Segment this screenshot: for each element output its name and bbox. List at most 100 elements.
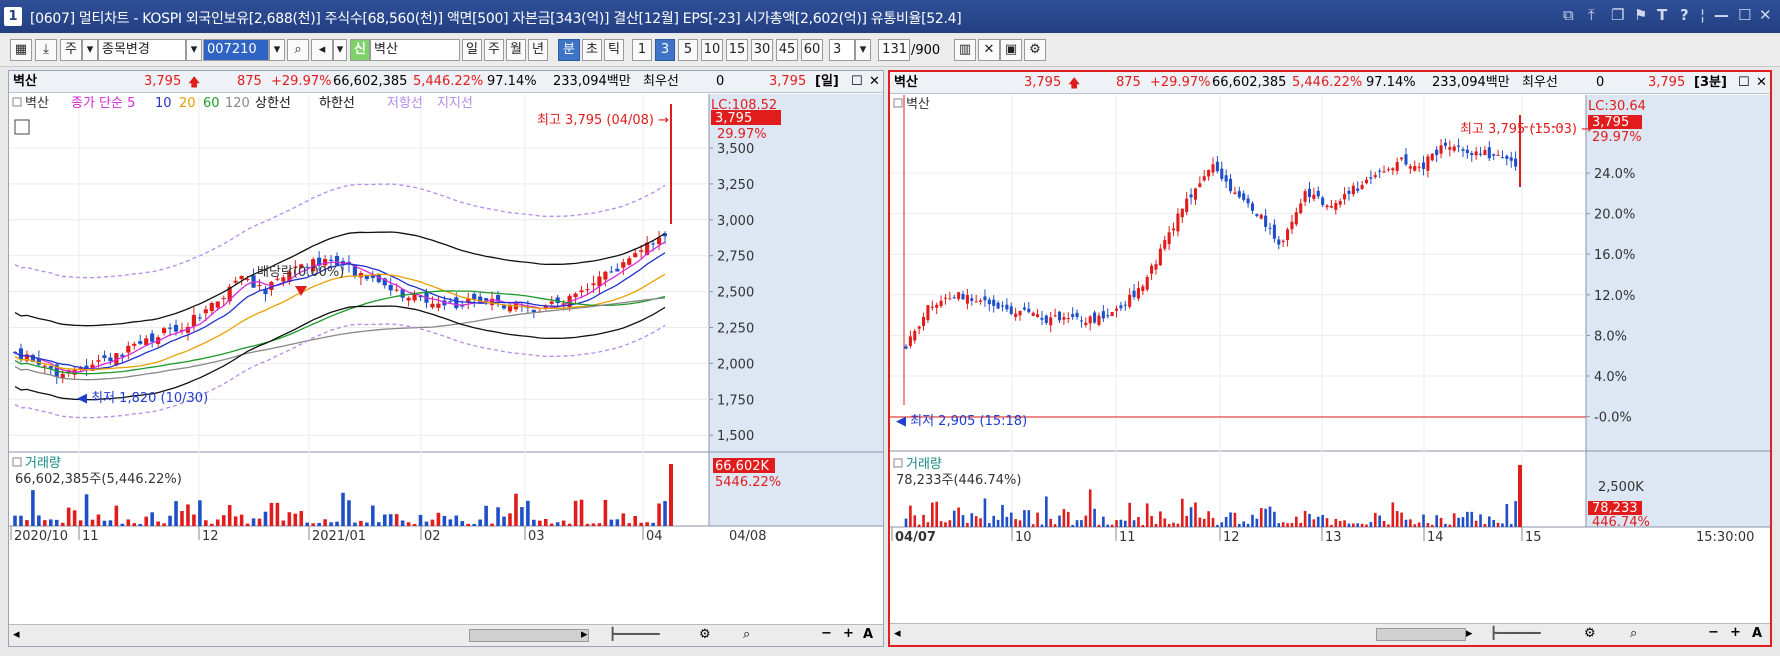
volume-checkbox — [12, 457, 22, 467]
interval-3-button[interactable]: 3 — [655, 39, 675, 61]
flag-icon[interactable]: ⚑ — [1634, 6, 1647, 24]
interval-5-button[interactable]: 5 — [678, 39, 698, 61]
period-year-tab[interactable]: 년 — [528, 39, 548, 61]
interval-value-input[interactable]: 3 — [829, 39, 855, 61]
volume-bar — [448, 519, 453, 526]
interval-45-button[interactable]: 45 — [776, 39, 798, 61]
zoom-out-icon[interactable]: − — [821, 626, 832, 641]
panel-close-icon[interactable]: ✕ — [869, 71, 880, 93]
scroll-right-icon[interactable]: ▸ — [1466, 626, 1473, 641]
stock-change-dropdown-icon[interactable]: ▾ — [186, 39, 202, 61]
layout-icon[interactable]: ▦ — [10, 39, 32, 61]
volume-bar — [935, 501, 939, 527]
period-second-tab[interactable]: 초 — [582, 39, 602, 61]
tile-icon[interactable]: ❐ — [1611, 6, 1624, 24]
candle-body — [1009, 306, 1013, 314]
panel-maximize-icon[interactable]: ☐ — [851, 71, 863, 93]
zoom-out-icon[interactable]: − — [1708, 625, 1719, 640]
speaker-icon[interactable]: ◂ — [311, 39, 333, 61]
search-zoom-icon[interactable]: ⌕ — [743, 627, 750, 642]
candle-body — [1369, 177, 1373, 179]
scroll-thumb[interactable] — [1376, 628, 1466, 641]
volume-bar — [1417, 522, 1421, 527]
volume-bar — [633, 516, 638, 526]
candle-body — [621, 262, 626, 268]
save-icon[interactable]: ▣ — [1000, 39, 1022, 61]
stock-name-field[interactable]: 벽산 — [370, 39, 460, 61]
market-select[interactable]: 주 — [60, 39, 82, 61]
text-tool-icon[interactable]: A — [863, 627, 873, 642]
interval-60-button[interactable]: 60 — [801, 39, 823, 61]
candle-body — [1391, 168, 1395, 171]
search-icon[interactable]: ⌕ — [287, 39, 309, 61]
count-total: /900 — [911, 43, 941, 58]
period-day-tab[interactable]: 일 — [462, 39, 482, 61]
text-tool-icon[interactable]: A — [1752, 626, 1762, 641]
volume-bar — [1251, 514, 1254, 527]
volume-bar — [198, 500, 202, 526]
scroll-right-icon[interactable]: ▸ — [581, 627, 588, 642]
candle-body — [1286, 229, 1290, 241]
legend-item: 종가 단순 5 — [71, 96, 135, 111]
volume-bar — [418, 514, 423, 526]
volume-bar — [514, 493, 518, 526]
interval-1-button[interactable]: 1 — [632, 39, 652, 61]
volume-bar — [1312, 519, 1316, 527]
interval-10-button[interactable]: 10 — [701, 39, 723, 61]
volume-bar — [251, 518, 256, 526]
candle-body — [1307, 188, 1312, 197]
period-minute-tab[interactable]: 분 — [558, 39, 580, 61]
interval-15-button[interactable]: 15 — [726, 39, 748, 61]
code-dropdown-icon[interactable]: ▾ — [269, 39, 285, 61]
search-zoom-icon[interactable]: ⌕ — [1630, 626, 1637, 641]
market-dropdown-icon[interactable]: ▾ — [82, 39, 98, 61]
scroll-left-icon[interactable]: ◂ — [894, 626, 901, 641]
download-icon[interactable]: ⤓ — [35, 39, 57, 61]
period-month-tab[interactable]: 월 — [506, 39, 526, 61]
speaker-dropdown-icon[interactable]: ▾ — [333, 39, 347, 61]
help-icon[interactable]: ? — [1680, 6, 1689, 24]
period-week-tab[interactable]: 주 — [484, 39, 504, 61]
zoom-in-icon[interactable]: + — [1730, 625, 1741, 640]
stock-code-input[interactable]: 007210 — [203, 39, 269, 61]
indicator-icon[interactable]: ▥ — [954, 39, 976, 61]
volume-bar — [1084, 515, 1088, 527]
settings-gear-icon[interactable]: ⚙ — [1024, 39, 1046, 61]
zoom-slider[interactable]: ┣━━━━━━ — [609, 627, 660, 641]
period-tick-tab[interactable]: 틱 — [604, 39, 624, 61]
pin-icon[interactable]: ⤒ — [1588, 6, 1595, 24]
count-input[interactable]: 131 — [878, 39, 910, 61]
candle-body — [1114, 308, 1119, 311]
volume-bar — [1071, 524, 1074, 527]
volume-bar — [1452, 513, 1456, 527]
volume-bar — [376, 522, 381, 526]
candle-body — [1237, 191, 1241, 198]
volume-bar — [957, 507, 960, 527]
panel-close-icon[interactable]: ✕ — [1756, 72, 1767, 94]
font-icon[interactable]: T — [1657, 6, 1667, 24]
volume-bar — [353, 522, 357, 526]
volume-bar — [930, 502, 934, 527]
interval-30-button[interactable]: 30 — [751, 39, 773, 61]
minimize-icon[interactable]: — — [1714, 6, 1729, 24]
chart-tool-icon[interactable]: ⚙ — [699, 627, 711, 642]
legend-item: 하한선 — [319, 96, 355, 111]
volume-bar — [1316, 516, 1320, 527]
restore-layout-icon[interactable]: ⧉ — [1563, 6, 1574, 24]
zoom-in-icon[interactable]: + — [843, 626, 854, 641]
maximize-icon[interactable]: ☐ — [1738, 6, 1751, 24]
zoom-slider[interactable]: ┣━━━━━━ — [1490, 626, 1541, 640]
panel-maximize-icon[interactable]: ☐ — [1738, 72, 1750, 94]
y-tick-label: 12.0% — [1594, 289, 1635, 304]
chart-tool-icon[interactable]: ⚙ — [1584, 626, 1596, 641]
volume-bar — [406, 522, 411, 526]
volume-bar — [1290, 523, 1294, 527]
scroll-left-icon[interactable]: ◂ — [13, 627, 20, 642]
interval-dropdown-icon[interactable]: ▾ — [855, 39, 871, 61]
draw-tool-icon[interactable]: ✕ — [978, 39, 1000, 61]
stock-change-select[interactable]: 종목변경 — [98, 39, 186, 61]
x-tick-label: 11 — [82, 529, 99, 544]
close-icon[interactable]: ✕ — [1759, 6, 1772, 24]
scroll-thumb[interactable] — [469, 629, 589, 642]
candle-body — [1189, 194, 1193, 198]
